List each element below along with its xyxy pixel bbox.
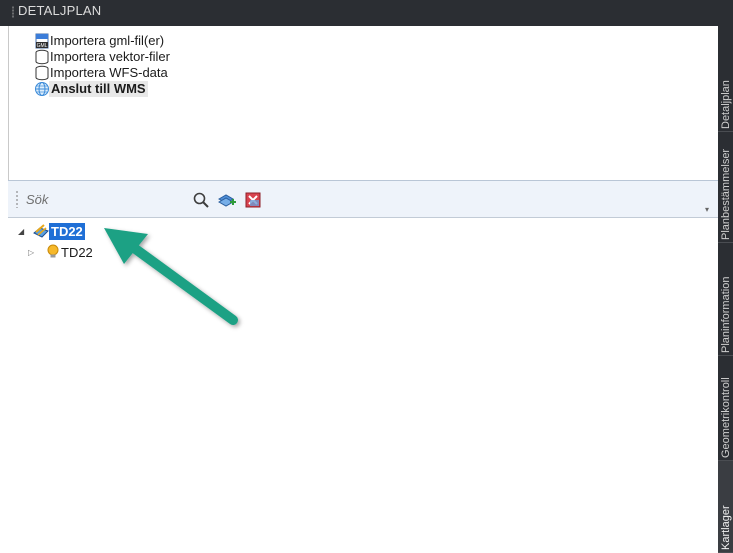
side-tab-strip: Detaljplan Planbestämmelser Planinformat… (718, 0, 733, 553)
title-grip-handle[interactable] (12, 6, 14, 18)
collapse-arrow-icon[interactable]: ◢ (18, 223, 28, 240)
import-wfs-label: Importera WFS-data (50, 65, 168, 80)
search-input[interactable] (26, 189, 176, 209)
add-layer-icon[interactable] (218, 191, 236, 209)
remove-layer-icon[interactable] (244, 191, 262, 209)
tab-detaljplan[interactable]: Detaljplan (718, 26, 733, 132)
gml-file-icon: GML (35, 33, 49, 49)
toolbar-grip-handle[interactable] (16, 190, 18, 208)
search-icon[interactable] (192, 191, 210, 209)
import-actions-list: GML Importera gml-fil(er) Importera vekt… (8, 26, 719, 180)
tree-node-root-label: TD22 (49, 223, 85, 240)
tree-node-child-label: TD22 (61, 245, 93, 260)
import-gml-label: Importera gml-fil(er) (50, 33, 165, 48)
lightbulb-icon (47, 244, 59, 258)
database-icon (35, 49, 49, 65)
tab-kartlager[interactable]: Kartlager (718, 461, 733, 553)
plan-layer-icon (33, 224, 49, 238)
connect-wms-label: Anslut till WMS (49, 81, 148, 97)
database-icon (35, 65, 49, 81)
layer-tree: ◢ TD22 ▷ TD22 (8, 218, 718, 552)
toolbar-overflow-icon[interactable]: ▾ (705, 205, 712, 214)
panel-title-bar: DETALJPLAN (0, 0, 718, 26)
import-vector-label: Importera vektor-filer (50, 49, 170, 64)
tab-geometrikontroll[interactable]: Geometrikontroll (718, 356, 733, 461)
layer-search-toolbar: ▾ (8, 180, 718, 218)
panel-title: DETALJPLAN (18, 3, 102, 18)
globe-icon (35, 82, 49, 96)
tab-planbestammelser[interactable]: Planbestämmelser (718, 132, 733, 243)
expand-arrow-icon[interactable]: ▷ (28, 244, 38, 261)
tab-planinformation[interactable]: Planinformation (718, 243, 733, 356)
